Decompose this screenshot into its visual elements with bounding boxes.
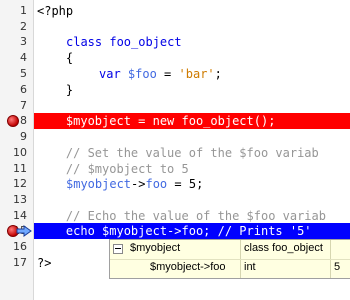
code-text: } (37, 83, 74, 97)
code-text: ?> (37, 256, 52, 270)
variable-inspector-tooltip: $myobject class foo_object $myobject->fo… (109, 239, 350, 279)
code-line-10[interactable]: 10 // Set the value of the $foo variab (0, 145, 350, 161)
tooltip-row[interactable]: $myobject->foo int 5 (110, 259, 350, 278)
operator: = (156, 67, 179, 81)
line-number: 10 (13, 146, 27, 159)
code-line-5[interactable]: 5 var $foo = 'bar'; (0, 66, 350, 82)
breakpoint-icon[interactable] (7, 115, 19, 127)
code-line-8[interactable]: 8 $myobject = new foo_object(); (0, 113, 350, 129)
comment-text: // Set the value of the $foo variab (37, 146, 319, 160)
code-text: $myobject->foo = 5; (66, 176, 203, 192)
arrow-operator: -> (131, 177, 146, 191)
code-line-9[interactable]: 9 (0, 129, 350, 145)
line-number: 5 (20, 67, 27, 80)
line-number: 3 (20, 35, 27, 48)
line-number: 9 (20, 130, 27, 143)
line-number: 6 (20, 83, 27, 96)
variable-value: 5 (334, 261, 341, 273)
line-number: 4 (20, 51, 27, 64)
tooltip-row[interactable]: $myobject class foo_object (110, 240, 350, 259)
assignment-tail: = 5; (167, 177, 204, 191)
variable-name: $myobject (130, 242, 181, 254)
code-text: $myobject = new foo_object(); (37, 114, 276, 128)
string-literal: 'bar' (178, 67, 215, 81)
keyword-class: class (66, 35, 103, 49)
code-line-14[interactable]: 14 // Echo the value of the $foo variab (0, 208, 350, 224)
code-line-7[interactable]: 7 (0, 98, 350, 114)
code-text: var $foo = 'bar'; (99, 66, 222, 82)
code-line-11[interactable]: 11 // $myobject to 5 (0, 161, 350, 177)
line-number: 7 (20, 99, 27, 112)
code-line-1[interactable]: 1 <?php (0, 3, 350, 19)
semicolon: ; (214, 67, 222, 81)
code-text: { (37, 51, 74, 65)
code-line-6[interactable]: 6 } (0, 82, 350, 98)
class-name: foo_object (102, 35, 182, 49)
code-line-15[interactable]: 15 echo $myobject->foo; // Prints '5' (0, 223, 350, 239)
line-number: 11 (13, 162, 27, 175)
line-number: 13 (13, 193, 27, 206)
variable-type: class foo_object (244, 242, 323, 254)
variable-myobject: $myobject (66, 177, 132, 191)
execution-pointer-icon (16, 225, 32, 237)
line-number: 14 (13, 209, 27, 222)
variable-name: $myobject->foo (150, 261, 226, 273)
code-line-13[interactable]: 13 (0, 192, 350, 208)
keyword-var: var (99, 67, 121, 81)
code-line-12[interactable]: 12 $myobject->foo = 5; (0, 176, 350, 192)
code-text: class foo_object (66, 34, 182, 50)
variable-foo: $foo (127, 67, 157, 81)
code-line-2[interactable]: 2 (0, 19, 350, 35)
code-line-3[interactable]: 3 class foo_object (0, 34, 350, 50)
comment-text: // $myobject to 5 (37, 162, 189, 176)
line-number: 1 (20, 4, 27, 17)
line-number: 12 (13, 177, 27, 190)
code-line-4[interactable]: 4 { (0, 50, 350, 66)
collapse-toggle-icon[interactable] (113, 244, 123, 254)
property-foo: foo (145, 177, 168, 191)
line-number: 2 (20, 20, 27, 33)
line-number: 17 (13, 256, 27, 269)
variable-type: int (244, 261, 256, 273)
code-text: echo $myobject->foo; // Prints '5' (37, 224, 312, 238)
line-number: 16 (13, 240, 27, 253)
comment-text: // Echo the value of the $foo variab (37, 209, 326, 223)
code-text: <?php (37, 4, 74, 18)
